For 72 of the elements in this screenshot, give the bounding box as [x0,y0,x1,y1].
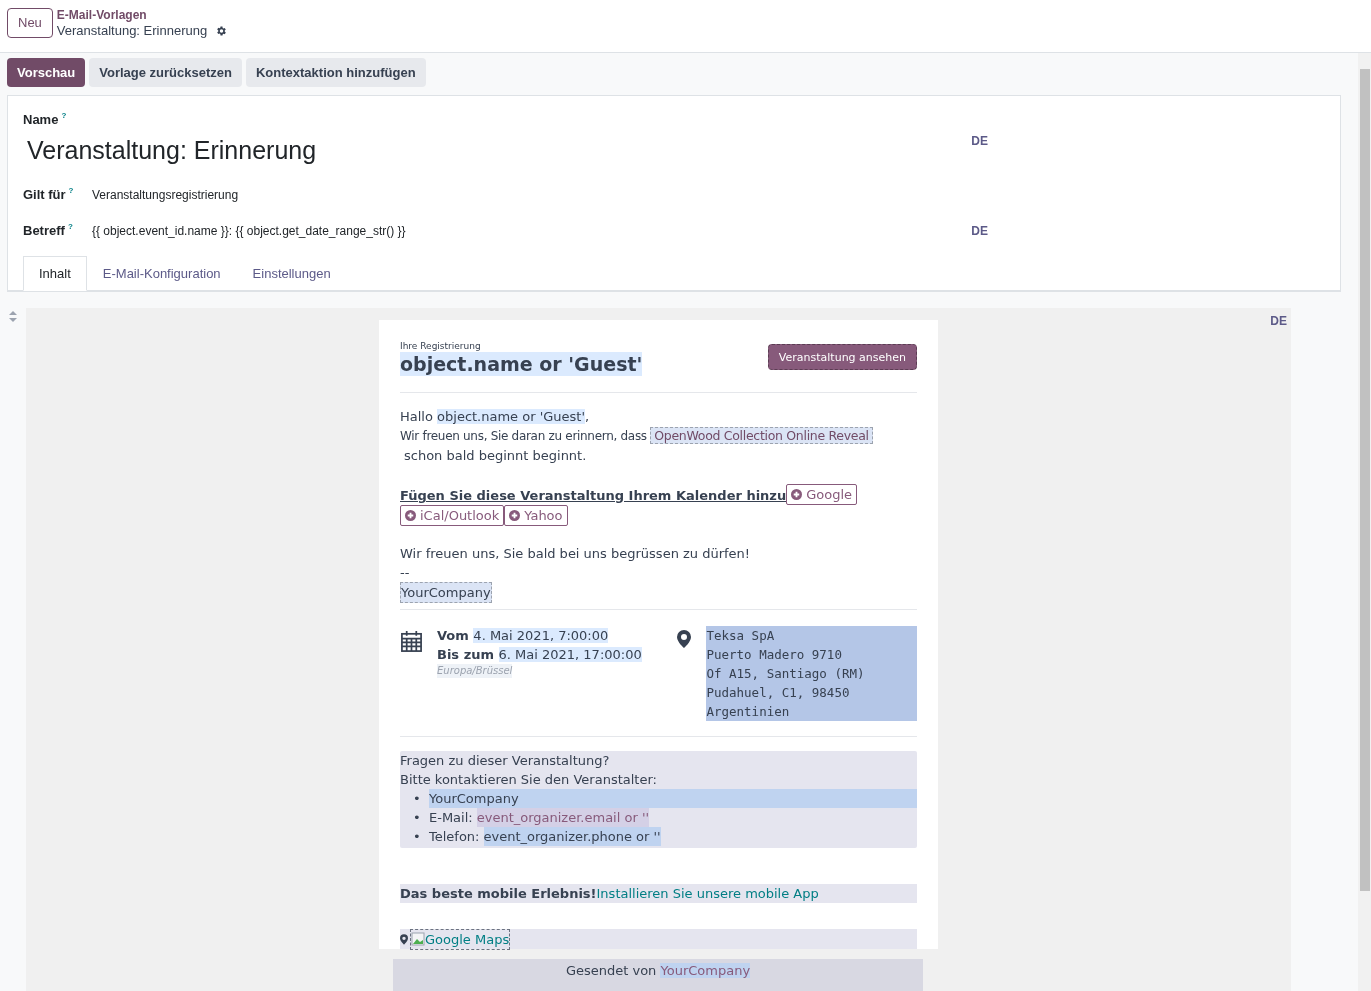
event-name-link[interactable]: OpenWood Collection Online Reveal [650,427,873,444]
bullet-text: • [413,809,421,827]
footer-text: Gesendet von [565,963,658,978]
language-button[interactable]: DE [971,132,988,169]
reminder-text: schon bald beginnt beginnt. [403,447,588,465]
help-icon[interactable]: ? [67,221,73,234]
calendar-button[interactable]: iCal/Outlook [400,505,505,526]
contact-heading: Fragen zu dieser Veranstaltung? [400,752,611,770]
greeting-text: Hallo [400,409,434,424]
broken-image-icon [411,932,425,946]
timezone-text: Europa/Brüssel [437,664,513,678]
calendar-button[interactable]: Google [786,484,857,505]
help-icon[interactable]: ? [61,110,67,122]
address-line: Puerto Madero 9710 [706,646,843,664]
calendar-button[interactable]: Yahoo [504,505,568,526]
address-line: Of A15, Santiago (RM) [706,665,866,683]
date-label: Vom [437,628,470,643]
name-field[interactable]: Veranstaltung: Erinnerung [27,131,317,169]
address-line: Pudahuel, C1, 98450 [706,684,851,702]
resize-handle-icon[interactable] [9,311,17,322]
email-kicker: Ihre Registrierung [400,340,482,352]
language-button[interactable]: DE [971,222,988,240]
contact-label: Telefon: [429,828,480,846]
signature-separator: -- [400,564,410,582]
help-icon[interactable]: ? [68,185,74,198]
action-button[interactable]: Vorlage zurücksetzen [89,58,242,87]
settings-icon[interactable] [215,24,228,37]
bullet-text: • [413,828,421,846]
scrollbar[interactable] [1358,53,1371,991]
tab[interactable]: Inhalt [23,256,87,291]
field-label: Name [23,111,59,129]
mobile-app-link[interactable]: Installieren Sie unsere mobile App [596,886,819,901]
signature-text: YourCompany [400,582,492,603]
map-pin-icon [400,933,408,945]
bullet-text: • [413,790,421,808]
reminder-text: Wir freuen uns, Sie daran zu erinnern, dass [400,429,648,443]
closing-text: Wir freuen uns, Sie bald bei uns begrüssen zu dürfen! [400,545,751,563]
contact-value: event_organizer.phone or '' [483,827,661,846]
field-value[interactable]: {{ object.event_id.name }}: {{ object.get_date_range_str() }} [92,222,972,240]
contact-intro: Bitte kontaktieren Sie den Veranstalter: [400,771,658,789]
map-pin-icon [677,630,692,648]
contact-value[interactable]: event_organizer.email or '' [476,808,650,827]
breadcrumb-link[interactable]: E-Mail-Vorlagen [56,8,228,23]
footer-company-link[interactable]: YourCompany [660,963,751,978]
action-button[interactable]: Kontextaktion hinzufügen [246,58,426,87]
address-line: Teksa SpA [706,627,776,645]
maps-link[interactable]: Google Maps [410,928,511,950]
tab[interactable]: E-Mail-Konfiguration [86,256,237,291]
plus-circle-icon [791,489,803,500]
punctuation-text: , [585,409,590,424]
tab[interactable]: Einstellungen [236,256,347,291]
field-label: Gilt für [23,186,66,205]
placeholder-text: object.name or 'Guest' [437,409,585,424]
plus-circle-icon [509,510,521,521]
field-value[interactable]: Veranstaltungsregistrierung [92,186,988,204]
language-button[interactable]: DE [1270,312,1287,330]
plus-circle-icon [405,510,416,521]
email-title: object.name or 'Guest' [400,352,643,376]
start-date: 4. Mai 2021, 7:00:00 [473,628,609,643]
mobile-heading: Das beste mobile Erlebnis! [400,886,597,901]
view-event-button[interactable]: Veranstaltung ansehen [767,344,917,370]
contact-label: E-Mail: [429,809,473,827]
date-label: Bis zum [437,647,495,662]
record-title: Veranstaltung: Erinnerung [56,23,208,38]
field-label: Betreff [23,222,65,241]
scrollbar-thumb[interactable] [1359,69,1370,891]
calendar-heading: Fügen Sie diese Veranstaltung Ihrem Kalender hinzu [400,488,787,503]
end-date: 6. Mai 2021, 17:00:00 [498,647,642,662]
new-button[interactable]: Neu [7,8,53,38]
action-button[interactable]: Vorschau [7,58,86,87]
address-line: Argentinien [706,703,791,721]
calendar-icon [400,630,423,653]
